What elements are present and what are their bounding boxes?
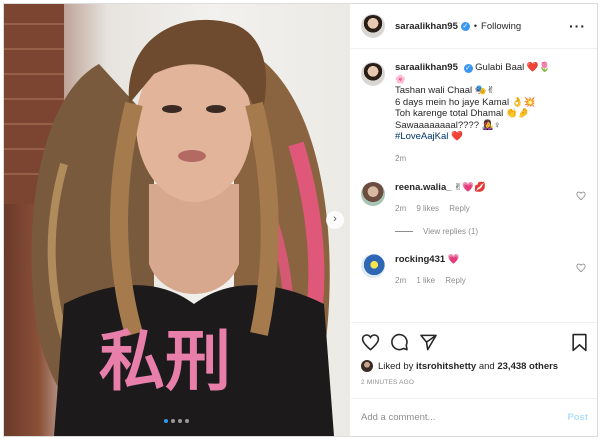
comment-time: 2m — [395, 204, 407, 213]
shirt-text: 私刑 — [99, 323, 231, 400]
comment-likes[interactable]: 9 likes — [416, 204, 439, 213]
comment-bubble-icon[interactable] — [390, 333, 409, 352]
liker-username[interactable]: itsrohitshetty — [416, 361, 476, 372]
caption-hashtag[interactable]: #LoveAajKal ❤️ — [395, 131, 551, 143]
likes-summary: Liked by itsrohitshetty and 23,438 other… — [361, 360, 588, 372]
author-avatar[interactable] — [361, 14, 385, 38]
verified-badge-icon: ✓ — [463, 64, 473, 73]
caption-time: 2m — [395, 153, 407, 163]
caption-line: 6 days mein ho jaye Kamal 👌💥 — [395, 96, 536, 108]
more-options-icon[interactable]: ··· — [569, 18, 586, 34]
commenter-avatar[interactable] — [361, 182, 385, 206]
caption-body: saraalikhan95 ✓ Gulabi Baal ❤️🌷 🌸 Tashan… — [395, 62, 551, 164]
comment: reena.walia_ ✌💗💋 2m 9 likes Reply — [361, 182, 588, 213]
header-separator: • — [473, 21, 478, 31]
comment-text: 💗 — [447, 254, 460, 265]
comment-text: ✌💗💋 — [454, 182, 486, 193]
post-comment-button[interactable]: Post — [567, 412, 588, 423]
commenter-avatar[interactable] — [361, 254, 385, 278]
post-side-panel: saraalikhan95 ✓ • Following ··· saraalik… — [351, 4, 597, 436]
following-button[interactable]: Following — [481, 21, 521, 32]
carousel-dot-active — [164, 419, 168, 423]
comment-meta: 2m 1 like Reply — [395, 276, 575, 285]
caption-line: 🌸 — [395, 73, 406, 84]
like-heart-icon[interactable] — [361, 333, 380, 352]
next-photo-button[interactable]: › — [326, 211, 344, 229]
view-replies-button[interactable]: View replies (1) — [395, 227, 588, 236]
post-photo[interactable]: 私刑 › — [4, 4, 350, 436]
post-header: saraalikhan95 ✓ • Following ··· — [351, 4, 597, 49]
instagram-post: 私刑 › saraalikhan95 ✓ • Following ··· sar… — [3, 3, 598, 437]
carousel-dot — [178, 419, 182, 423]
reply-button[interactable]: Reply — [449, 204, 469, 213]
replies-divider — [395, 231, 413, 232]
save-bookmark-icon[interactable] — [571, 333, 588, 352]
like-comment-heart-icon[interactable] — [576, 191, 586, 201]
liked-by-and: and — [478, 360, 495, 372]
add-comment-bar: Post — [351, 398, 597, 436]
comment: rocking431 💗 2m 1 like Reply — [361, 254, 588, 285]
reply-button[interactable]: Reply — [445, 276, 465, 285]
caption-username[interactable]: saraalikhan95 — [395, 62, 458, 73]
add-comment-input[interactable] — [361, 412, 551, 423]
liked-by-prefix: Liked by — [378, 360, 414, 372]
comment-meta: 2m 9 likes Reply — [395, 204, 575, 213]
verified-badge-icon: ✓ — [460, 21, 470, 31]
caption: saraalikhan95 ✓ Gulabi Baal ❤️🌷 🌸 Tashan… — [361, 62, 588, 164]
commenter-username[interactable]: rocking431 — [395, 254, 445, 265]
like-comment-heart-icon[interactable] — [576, 263, 586, 273]
post-actions: Liked by itsrohitshetty and 23,438 other… — [351, 322, 597, 386]
commenter-username[interactable]: reena.walia_ — [395, 182, 452, 193]
carousel-dot — [171, 419, 175, 423]
carousel-dot — [185, 419, 189, 423]
view-replies-label[interactable]: View replies (1) — [423, 227, 478, 236]
caption-line: Sawaaaaaaaal???? 👩‍🎤♀ — [395, 119, 501, 131]
carousel-dots — [164, 419, 189, 423]
action-icons — [361, 331, 588, 353]
caption-avatar[interactable] — [361, 62, 385, 86]
caption-line: Toh karenge total Dhamal 👏🤌 — [395, 108, 530, 119]
caption-line: Tashan wali Chaal 🎭✌ — [395, 85, 495, 96]
post-timestamp: 2 MINUTES AGO — [361, 379, 415, 386]
caption-line: Gulabi Baal ❤️🌷 — [475, 62, 551, 73]
comment-time: 2m — [395, 276, 407, 285]
comments-section[interactable]: saraalikhan95 ✓ Gulabi Baal ❤️🌷 🌸 Tashan… — [351, 50, 597, 322]
comment-body: reena.walia_ ✌💗💋 2m 9 likes Reply — [395, 182, 575, 213]
likes-count[interactable]: 23,438 others — [497, 361, 558, 372]
author-username[interactable]: saraalikhan95 — [395, 21, 458, 32]
comment-likes[interactable]: 1 like — [416, 276, 435, 285]
photo-illustration: 私刑 — [4, 4, 334, 436]
share-paper-plane-icon[interactable] — [419, 333, 438, 352]
comment-body: rocking431 💗 2m 1 like Reply — [395, 254, 575, 285]
liker-avatar[interactable] — [361, 360, 373, 372]
